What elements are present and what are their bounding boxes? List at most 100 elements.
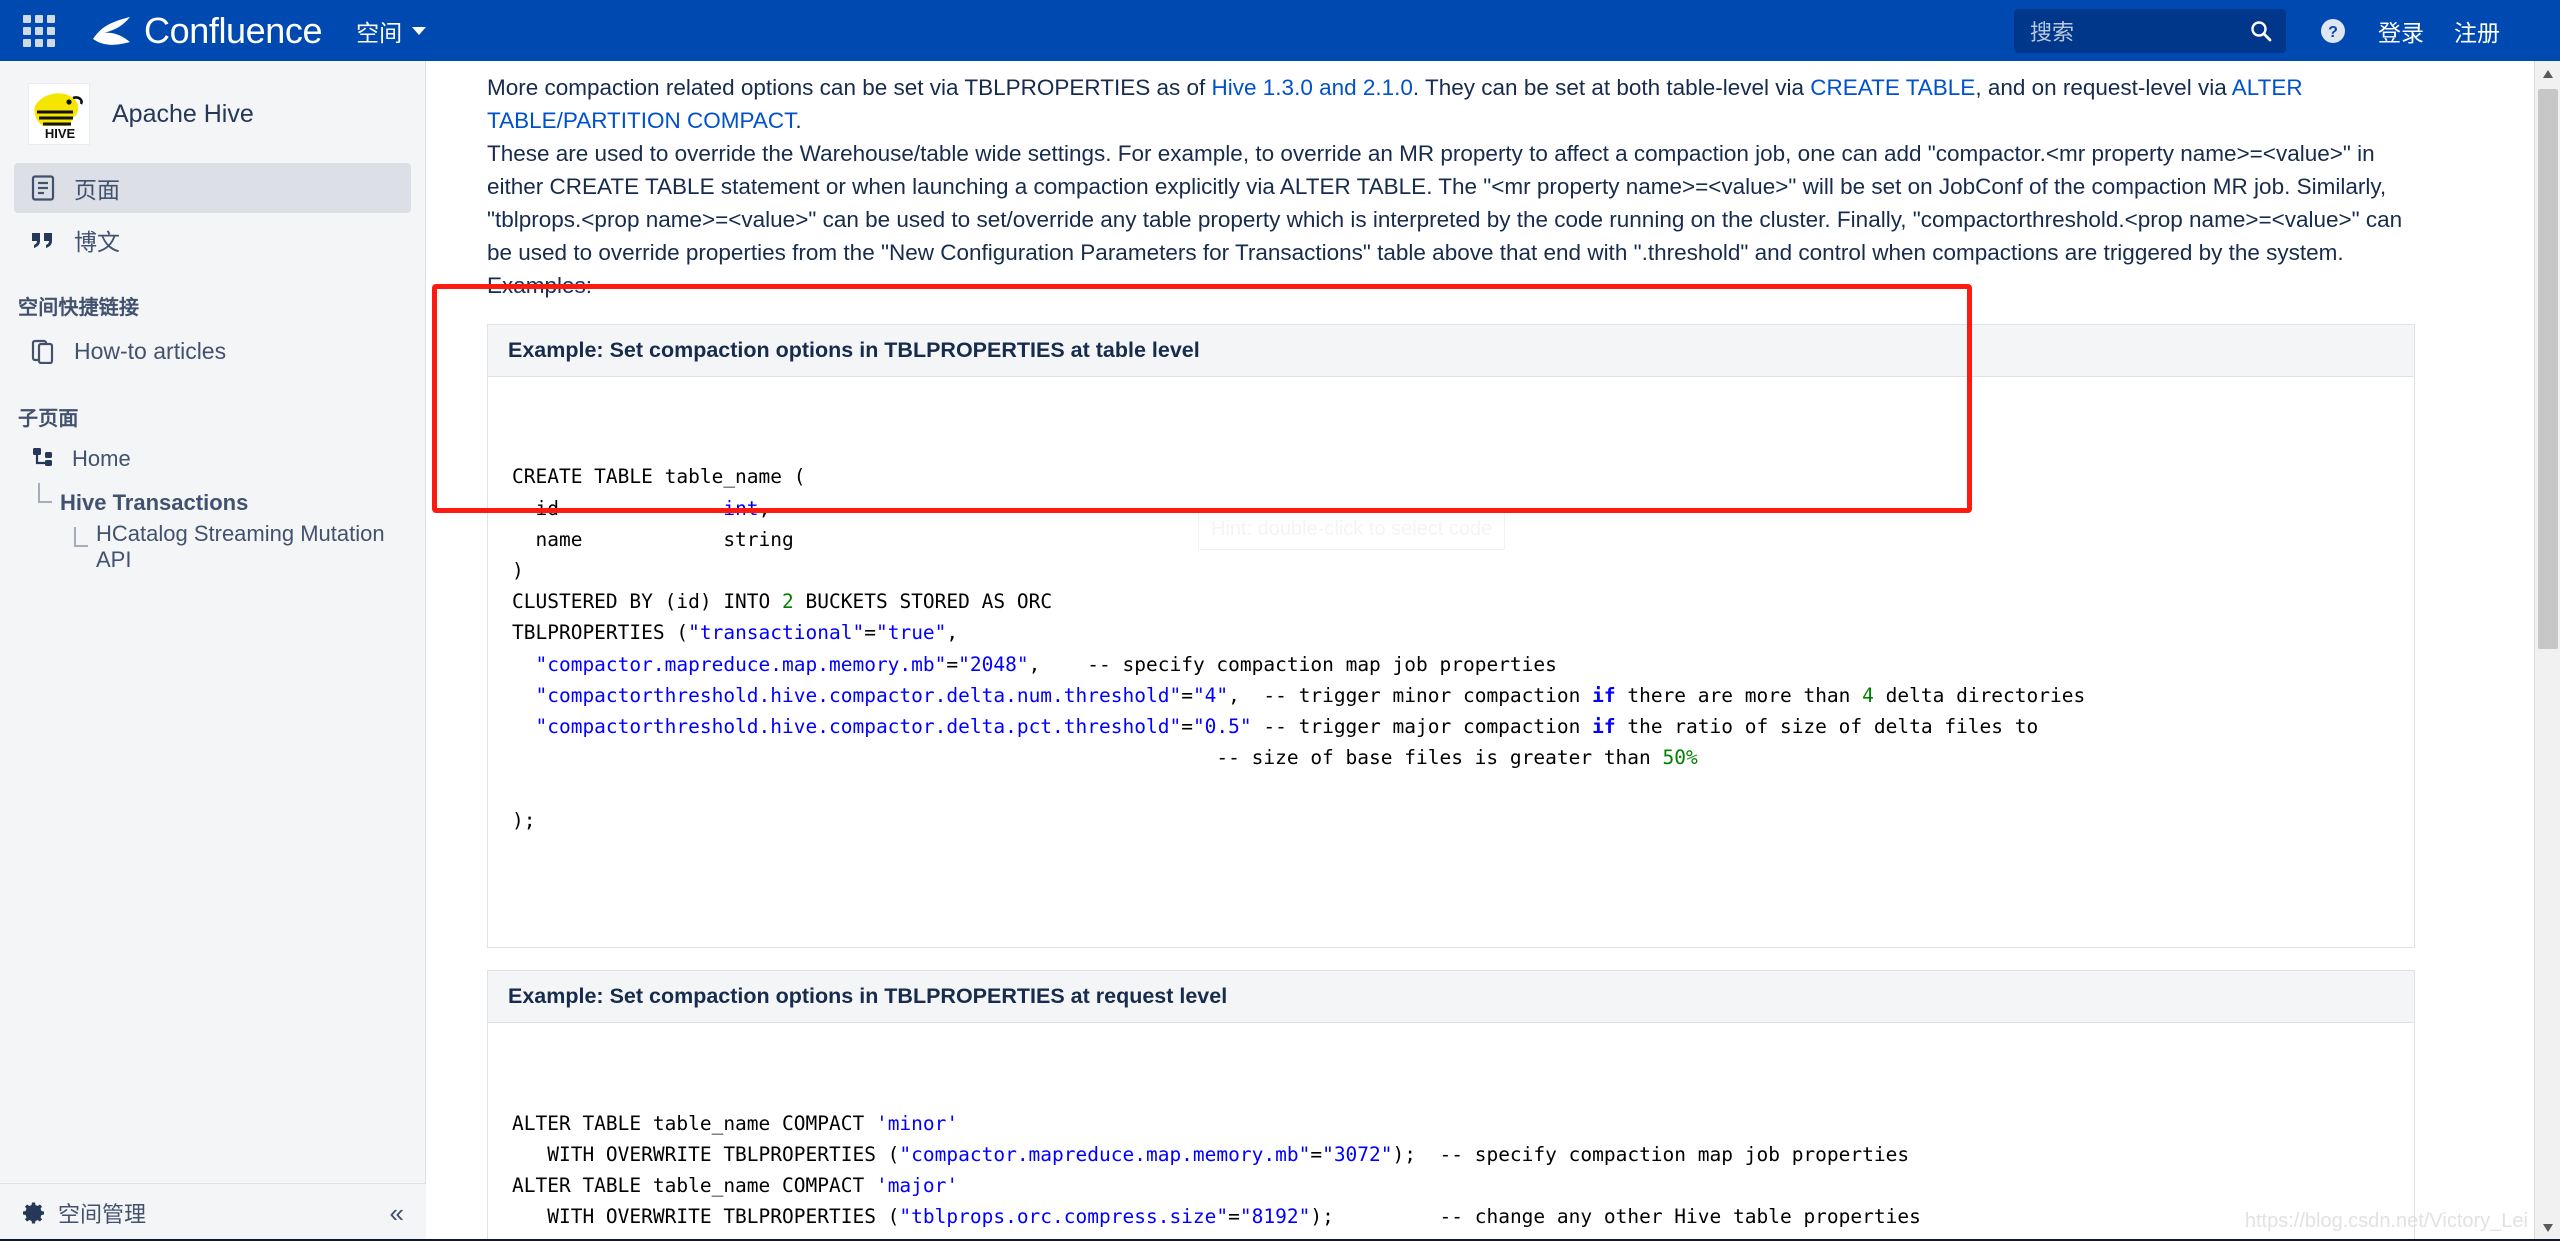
triangle-up-icon[interactable] xyxy=(2535,61,2560,87)
sidebar-footer: 空间管理 « xyxy=(0,1183,426,1241)
code-lines: ALTER TABLE table_name COMPACT 'minor' W… xyxy=(512,1108,2390,1233)
code-token: , xyxy=(946,621,958,644)
code-token: CLUSTERED BY (id) INTO xyxy=(512,590,782,613)
search-placeholder: 搜索 xyxy=(2014,15,2074,47)
code-line: ); xyxy=(512,805,2390,836)
tree-elbow-line xyxy=(74,527,88,547)
code-token: "true" xyxy=(876,621,946,644)
code-token: if xyxy=(1592,715,1615,738)
page-icon xyxy=(28,175,58,201)
code-token: , xyxy=(759,497,771,520)
page-tree-icon xyxy=(28,447,58,471)
signup-link[interactable]: 注册 xyxy=(2454,14,2500,48)
code-line: -- size of base files is greater than 50… xyxy=(512,742,2390,773)
sidebar-children-heading: 子页面 xyxy=(0,378,425,437)
chevron-double-left-icon[interactable]: « xyxy=(390,1200,404,1226)
code-token: name string xyxy=(512,528,794,551)
code-token: 4 xyxy=(1862,684,1874,707)
link-create-table[interactable]: CREATE TABLE xyxy=(1810,75,1975,100)
code-line: ALTER TABLE table_name COMPACT 'minor' xyxy=(512,1108,2390,1139)
code-token: = xyxy=(864,621,876,644)
search-input[interactable]: 搜索 xyxy=(2014,9,2286,53)
space-settings-link[interactable]: 空间管理 xyxy=(22,1197,146,1229)
page-tree-item-hcatalog-streaming-mutation-api[interactable]: HCatalog Streaming Mutation API xyxy=(14,525,411,569)
code-token: "compactor.mapreduce.map.memory.mb" xyxy=(899,1143,1310,1166)
code-line: ALTER TABLE table_name COMPACT 'major' xyxy=(512,1170,2390,1201)
intro-text-b: . They can be set at both table-level vi… xyxy=(1413,75,1810,100)
code-token: "8192" xyxy=(1240,1205,1310,1228)
code-token: = xyxy=(946,653,958,676)
code-token: "compactor.mapreduce.map.memory.mb" xyxy=(535,653,946,676)
code-token: int xyxy=(723,497,758,520)
space-header[interactable]: HIVE Apache Hive xyxy=(0,61,425,163)
vertical-scrollbar[interactable] xyxy=(2534,61,2560,1241)
sidebar-item-how-to-articles[interactable]: How-to articles xyxy=(14,326,411,376)
login-link[interactable]: 登录 xyxy=(2378,14,2424,48)
app-switcher-icon[interactable] xyxy=(22,14,56,48)
code-token: = xyxy=(1310,1143,1322,1166)
scrollbar-thumb[interactable] xyxy=(2538,89,2558,649)
code-block-content[interactable]: CREATE TABLE table_name ( id int, name s… xyxy=(488,377,2414,947)
code-line: name string xyxy=(512,524,2390,555)
confluence-brand-link[interactable]: Confluence xyxy=(92,13,322,49)
sidebar-item-blog[interactable]: 博文 xyxy=(14,215,411,265)
search-icon[interactable] xyxy=(2250,20,2272,42)
page-tree-item-hive-transactions[interactable]: Hive Transactions xyxy=(14,481,411,525)
code-token: ); xyxy=(512,809,535,832)
sidebar-main-nav: 页面 博文 xyxy=(0,163,425,265)
code-line: "compactorthreshold.hive.compactor.delta… xyxy=(512,711,2390,742)
code-token: BUCKETS STORED AS ORC xyxy=(794,590,1052,613)
intro-text-body: These are used to override the Warehouse… xyxy=(487,141,2402,298)
help-circle-icon[interactable]: ? xyxy=(2318,16,2348,46)
blog-quote-icon xyxy=(28,229,58,251)
code-token: there are more than xyxy=(1616,684,1863,707)
sidebar-item-pages[interactable]: 页面 xyxy=(14,163,411,213)
page-tree-label: Hive Transactions xyxy=(60,490,248,516)
code-token: 50% xyxy=(1663,746,1698,769)
top-navigation-bar: Confluence 空间 搜索 ? 登录 注册 xyxy=(0,0,2560,61)
page-tree-label: Home xyxy=(72,446,131,472)
space-menu[interactable]: 空间 xyxy=(356,14,426,48)
code-token: -- trigger major compaction xyxy=(1252,715,1592,738)
code-token: "0.5" xyxy=(1193,715,1252,738)
sidebar-item-label: 博文 xyxy=(74,223,120,257)
code-token xyxy=(512,684,535,707)
intro-text-c: , and on request-level via xyxy=(1975,75,2231,100)
code-token: CREATE TABLE table_name ( xyxy=(512,465,806,488)
code-token: "compactorthreshold.hive.compactor.delta… xyxy=(535,684,1181,707)
code-token: ALTER TABLE table_name COMPACT xyxy=(512,1174,876,1197)
code-line: WITH OVERWRITE TBLPROPERTIES ("compactor… xyxy=(512,1139,2390,1170)
intro-text-a: More compaction related options can be s… xyxy=(487,75,1212,100)
space-menu-label: 空间 xyxy=(356,14,402,48)
sidebar-shortcuts-list: How-to articles xyxy=(0,326,425,376)
code-block-content[interactable]: ALTER TABLE table_name COMPACT 'minor' W… xyxy=(488,1023,2414,1241)
sidebar-page-tree: Home Hive Transactions HCatalog Streamin… xyxy=(0,437,425,569)
sidebar-shortcuts-heading: 空间快捷链接 xyxy=(0,267,425,326)
code-macro-title: Example: Set compaction options in TBLPR… xyxy=(488,971,2414,1023)
code-token: ALTER TABLE table_name COMPACT xyxy=(512,1112,876,1135)
confluence-logo-icon xyxy=(92,14,132,48)
code-token: delta directories xyxy=(1874,684,2085,707)
code-token: 'minor' xyxy=(876,1112,958,1135)
code-token: "compactorthreshold.hive.compactor.delta… xyxy=(535,715,1181,738)
page-content-area: More compaction related options can be s… xyxy=(427,61,2560,1241)
code-line: TBLPROPERTIES ("transactional"="true", xyxy=(512,617,2390,648)
code-token: TBLPROPERTIES ( xyxy=(512,621,688,644)
code-token: id xyxy=(512,497,723,520)
svg-text:?: ? xyxy=(2328,24,2338,41)
link-hive-versions[interactable]: Hive 1.3.0 and 2.1.0 xyxy=(1212,75,1413,100)
code-token: ); -- specify compaction map job propert… xyxy=(1393,1143,1910,1166)
space-name-label: Apache Hive xyxy=(112,100,254,129)
triangle-down-icon[interactable] xyxy=(2535,1215,2560,1241)
code-token: WITH OVERWRITE TBLPROPERTIES ( xyxy=(512,1205,899,1228)
page-tree-item-home[interactable]: Home xyxy=(14,437,411,481)
code-token: the ratio of size of delta files to xyxy=(1616,715,2039,738)
top-nav-right-group: 搜索 ? 登录 注册 xyxy=(2014,9,2560,53)
tree-elbow-line xyxy=(38,483,52,503)
code-macro-title: Example: Set compaction options in TBLPR… xyxy=(488,325,2414,377)
code-macro-table-level: Example: Set compaction options in TBLPR… xyxy=(487,324,2415,948)
code-line xyxy=(512,773,2390,804)
space-settings-label: 空间管理 xyxy=(58,1197,146,1229)
code-line: CLUSTERED BY (id) INTO 2 BUCKETS STORED … xyxy=(512,586,2390,617)
code-line: CREATE TABLE table_name ( xyxy=(512,461,2390,492)
